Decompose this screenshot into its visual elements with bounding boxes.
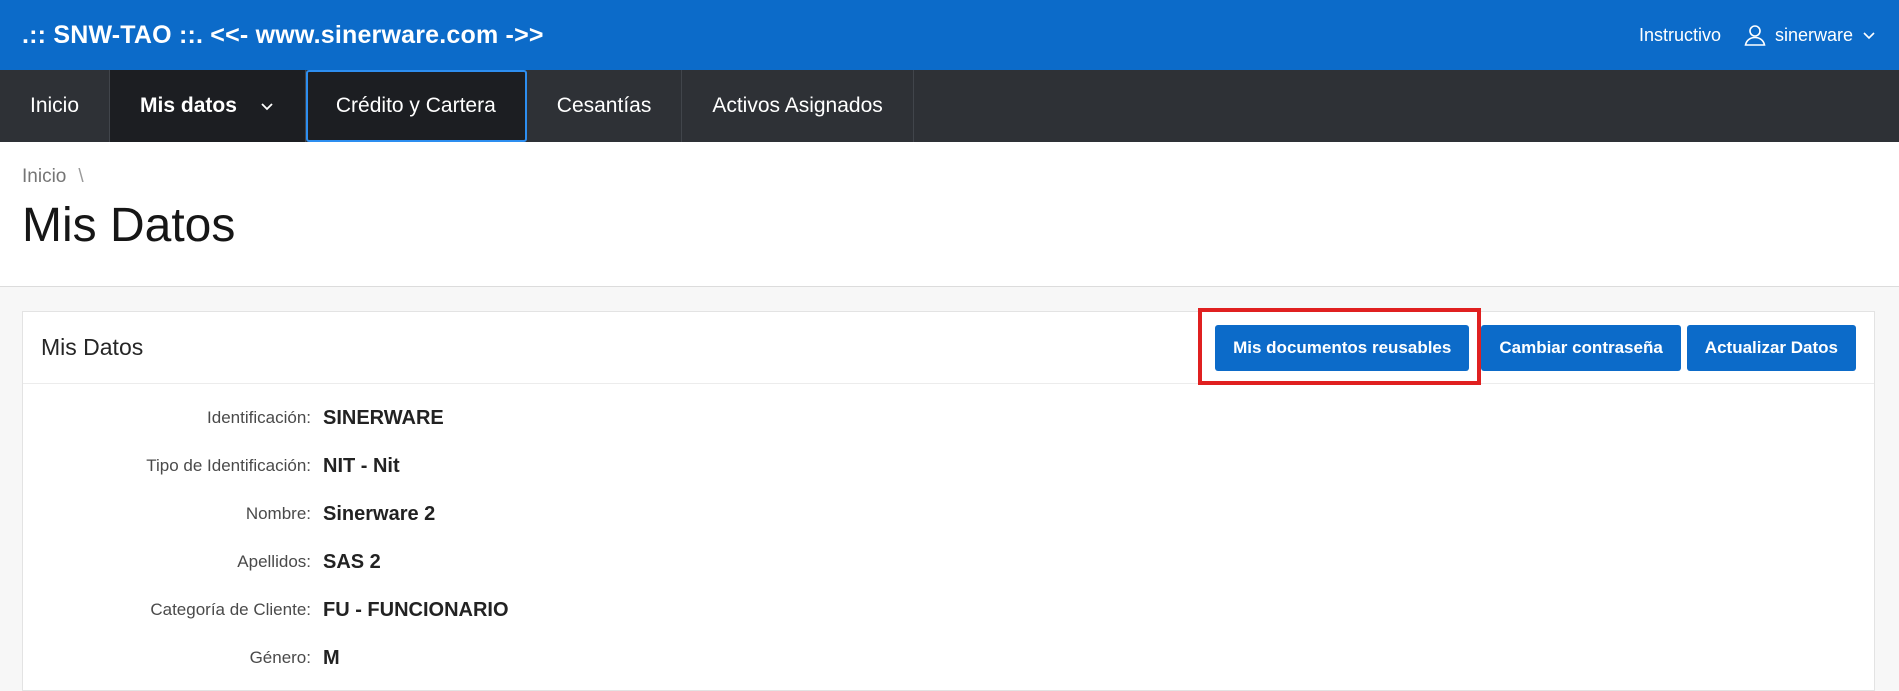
- user-menu[interactable]: sinerware: [1743, 23, 1877, 47]
- nav-item-label: Mis datos: [140, 94, 237, 117]
- top-header: .:: SNW-TAO ::. <<- www.sinerware.com ->…: [0, 0, 1899, 70]
- nav-item-inicio[interactable]: Inicio: [0, 70, 111, 142]
- field-value: FU - FUNCIONARIO: [323, 598, 509, 621]
- main-nav: Inicio Mis datos Crédito y Cartera Cesan…: [0, 70, 1899, 142]
- field-label: Identificación:: [207, 408, 311, 427]
- field-row-genero: Género: M: [23, 634, 1874, 682]
- card-header: Mis Datos Mis documentos reusables Cambi…: [23, 307, 1874, 385]
- nav-item-label: Activos Asignados: [712, 94, 883, 117]
- nav-item-mis-datos[interactable]: Mis datos: [110, 70, 306, 142]
- field-value: SAS 2: [323, 550, 381, 573]
- mis-documentos-reusables-button[interactable]: Mis documentos reusables: [1215, 324, 1470, 371]
- nav-item-activos-asignados[interactable]: Activos Asignados: [682, 70, 914, 142]
- highlighted-button-wrapper: Mis documentos reusables: [1198, 307, 1482, 385]
- fields-list: Identificación: SINERWARE Tipo de Identi…: [23, 384, 1874, 682]
- nav-item-credito-cartera[interactable]: Crédito y Cartera: [305, 70, 527, 142]
- field-row-categoria-cliente: Categoría de Cliente: FU - FUNCIONARIO: [23, 586, 1874, 634]
- username-label: sinerware: [1774, 24, 1853, 45]
- field-value: Sinerware 2: [323, 502, 436, 525]
- field-row-nombre: Nombre: Sinerware 2: [23, 490, 1874, 538]
- field-label: Tipo de Identificación:: [146, 456, 311, 475]
- breadcrumb-separator: \: [78, 166, 84, 187]
- chevron-down-icon: [1861, 27, 1877, 43]
- field-label: Nombre:: [245, 504, 311, 523]
- app-brand[interactable]: .:: SNW-TAO ::. <<- www.sinerware.com ->…: [22, 21, 544, 50]
- field-label: Apellidos:: [237, 552, 311, 571]
- field-value: SINERWARE: [323, 406, 444, 429]
- mis-datos-card: Mis Datos Mis documentos reusables Cambi…: [22, 307, 1875, 691]
- nav-item-label: Cesantías: [556, 94, 652, 117]
- page-title: Mis Datos: [22, 199, 236, 252]
- field-label: Género:: [249, 648, 311, 667]
- nav-item-cesantias[interactable]: Cesantías: [527, 70, 683, 142]
- card-actions: Mis documentos reusables Cambiar contras…: [1198, 307, 1856, 385]
- breadcrumb-item-inicio[interactable]: Inicio: [22, 166, 66, 187]
- field-row-apellidos: Apellidos: SAS 2: [23, 538, 1874, 586]
- user-icon: [1743, 23, 1767, 47]
- card-title: Mis Datos: [41, 334, 144, 360]
- breadcrumb: Inicio \: [22, 166, 84, 188]
- field-label: Categoría de Cliente:: [150, 600, 311, 619]
- nav-item-label: Inicio: [30, 94, 80, 117]
- field-value: NIT - Nit: [323, 454, 400, 477]
- instructivo-link[interactable]: Instructivo: [1639, 25, 1721, 46]
- cambiar-contrasena-button[interactable]: Cambiar contraseña: [1481, 324, 1681, 371]
- field-value: M: [323, 646, 340, 669]
- actualizar-datos-button[interactable]: Actualizar Datos: [1686, 324, 1856, 371]
- page-title-area: Inicio \ Mis Datos: [0, 142, 1899, 287]
- field-row-identificacion: Identificación: SINERWARE: [23, 394, 1874, 442]
- field-row-tipo-identificacion: Tipo de Identificación: NIT - Nit: [23, 442, 1874, 490]
- nav-item-label: Crédito y Cartera: [335, 94, 496, 117]
- header-actions: Instructivo sinerware: [1639, 23, 1877, 47]
- chevron-down-icon: [259, 98, 275, 114]
